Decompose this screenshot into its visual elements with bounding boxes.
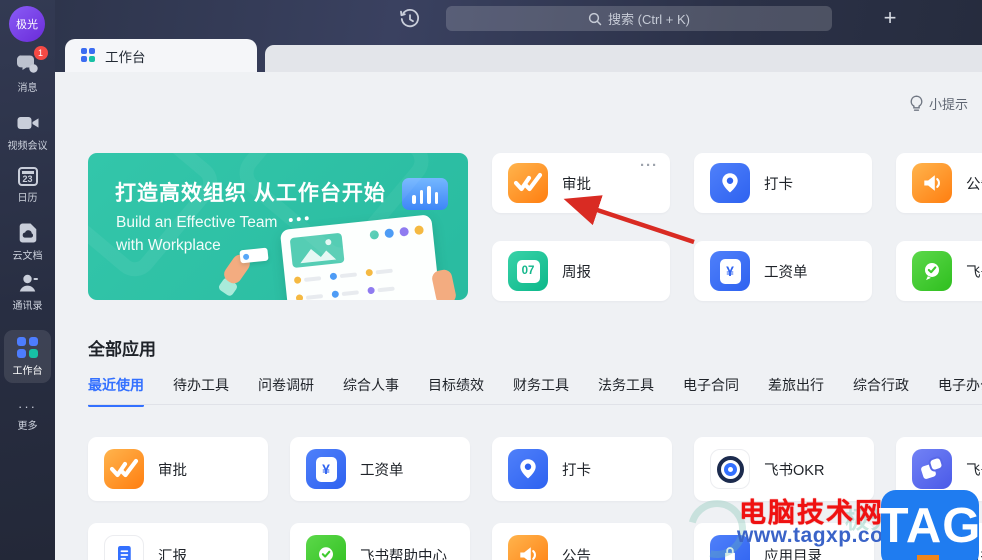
category-tab-office[interactable]: 电子办公	[938, 375, 982, 407]
app-card-checkin[interactable]: 打卡	[492, 437, 672, 501]
workplace-tab-icon	[81, 48, 96, 63]
app-card-payroll[interactable]: ¥ 工资单	[290, 437, 470, 501]
sidebar-item-workplace[interactable]: 工作台	[4, 330, 51, 383]
banner-subtitle-2: with Workplace	[116, 237, 221, 254]
quick-app-feishu[interactable]: 飞书	[896, 241, 982, 301]
category-tab-travel[interactable]: 差旅出行	[768, 375, 824, 407]
tips-button[interactable]: 小提示	[909, 94, 968, 113]
promo-banner[interactable]: 打造高效组织 从工作台开始 Build an Effective Team wi…	[88, 153, 468, 300]
sidebar-item-video-meeting[interactable]: 视频会议	[0, 112, 55, 152]
okr-icon	[710, 449, 750, 489]
lightbulb-icon	[910, 95, 923, 111]
quick-app-announcement[interactable]: 公告	[896, 153, 982, 213]
category-tab-legal[interactable]: 法务工具	[598, 375, 654, 407]
add-tab-button[interactable]: +	[876, 2, 904, 34]
search-input[interactable]: 搜索 (Ctrl + K)	[446, 6, 832, 31]
category-tab-survey[interactable]: 问卷调研	[258, 375, 314, 407]
quick-app-checkin[interactable]: 打卡	[694, 153, 872, 213]
calendar-icon: 23	[17, 167, 38, 186]
search-placeholder: 搜索 (Ctrl + K)	[608, 12, 690, 27]
category-tabs: 最近使用 待办工具 问卷调研 综合人事 目标绩效 财务工具 法务工具 电子合同 …	[88, 375, 982, 407]
workplace-icon	[16, 337, 39, 359]
category-tab-finance[interactable]: 财务工具	[513, 375, 569, 407]
workplace-window: 搜索 (Ctrl + K) + 工作台 极光 1 消息 视频会议 23 日历 云…	[0, 0, 982, 560]
category-tab-contract[interactable]: 电子合同	[683, 375, 739, 407]
feishu-cert-icon	[912, 251, 952, 291]
app-card-announcement[interactable]: 公告	[492, 523, 672, 560]
approval-icon	[104, 449, 144, 489]
category-tab-todo[interactable]: 待办工具	[173, 375, 229, 407]
search-icon	[588, 12, 602, 25]
tab-workplace[interactable]: 工作台	[65, 39, 257, 72]
app-card-feishu[interactable]: 飞书	[896, 437, 982, 501]
workplace-main: 小提示 打造高效组织 从工作台开始 Build an Effective Tea…	[55, 72, 982, 560]
payroll-icon: ¥	[710, 251, 750, 291]
checkin-icon	[710, 163, 750, 203]
payroll-icon: ¥	[306, 449, 346, 489]
app-directory-icon	[710, 535, 750, 560]
divider	[88, 404, 982, 405]
app-card-feishu-okr[interactable]: 飞书OKR	[694, 437, 874, 501]
sidebar-item-calendar[interactable]: 23 日历	[0, 167, 55, 204]
quick-app-payroll[interactable]: ¥ 工资单	[694, 241, 872, 301]
tips-label: 小提示	[928, 97, 968, 112]
feishu-logo-icon	[912, 449, 952, 489]
app-card-daily-report[interactable]: 01 日报	[896, 523, 982, 560]
quick-app-approval[interactable]: 审批 ···	[492, 153, 670, 213]
category-tab-hr[interactable]: 综合人事	[343, 375, 399, 407]
sidebar-item-contacts[interactable]: 通讯录	[0, 272, 55, 312]
cloud-doc-icon	[17, 222, 39, 244]
category-tab-okr[interactable]: 目标绩效	[428, 375, 484, 407]
section-title-all-apps: 全部应用	[88, 340, 156, 359]
help-center-icon	[306, 535, 346, 560]
report-doc-icon	[104, 535, 144, 560]
video-camera-icon	[16, 112, 40, 134]
person-icon	[17, 272, 39, 294]
sidebar: 极光 1 消息 视频会议 23 日历 云文档 通讯录 工作台 ··· 更多	[0, 0, 55, 560]
unread-badge: 1	[33, 46, 48, 60]
quick-app-weekly-report[interactable]: 07 周报	[492, 241, 670, 301]
dashboard-graphic	[279, 214, 441, 300]
app-card-app-directory[interactable]: 应用目录	[694, 523, 874, 560]
history-icon[interactable]	[398, 7, 422, 31]
card-more-icon[interactable]: ···	[640, 157, 658, 174]
sidebar-item-messages[interactable]: 1 消息	[0, 46, 55, 94]
approval-icon	[508, 163, 548, 203]
sidebar-item-cloud-docs[interactable]: 云文档	[0, 222, 55, 262]
checkin-icon	[508, 449, 548, 489]
weekly-report-icon: 07	[508, 251, 548, 291]
tab-label: 工作台	[105, 49, 146, 65]
app-card-help-center[interactable]: 飞书帮助中心	[290, 523, 470, 560]
announcement-icon	[508, 535, 548, 560]
category-tab-admin[interactable]: 综合行政	[853, 375, 909, 407]
chat-icon: 1	[16, 46, 48, 76]
chart-card-graphic	[402, 178, 448, 210]
app-card-approval[interactable]: 审批	[88, 437, 268, 501]
sidebar-item-more[interactable]: ··· 更多	[0, 399, 55, 433]
tab-strip	[265, 45, 982, 72]
announcement-icon	[912, 163, 952, 203]
app-card-report[interactable]: 汇报	[88, 523, 268, 560]
daily-report-icon: 01	[912, 535, 952, 560]
banner-illustration	[217, 178, 468, 300]
more-dots-icon: ···	[18, 399, 37, 414]
avatar[interactable]: 极光	[9, 6, 45, 42]
category-tab-recent[interactable]: 最近使用	[88, 375, 144, 407]
